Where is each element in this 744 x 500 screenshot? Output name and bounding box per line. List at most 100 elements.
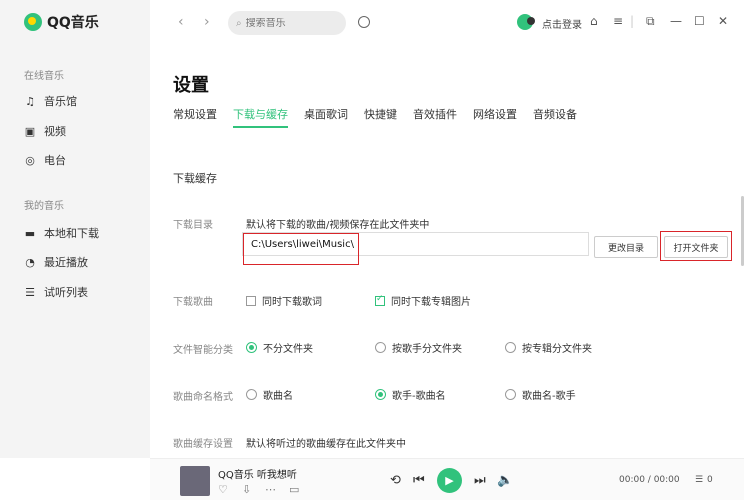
album-cover[interactable] <box>180 466 210 496</box>
settings-tabs: 常规设置 下载与缓存 桌面歌词 快捷键 音效插件 网络设置 音频设备 <box>173 106 577 128</box>
menu-icon[interactable]: ≡ <box>613 14 623 28</box>
maximize-icon[interactable]: ☐ <box>694 14 705 28</box>
now-playing-title: QQ音乐 听我想听 <box>218 470 297 481</box>
radio-selected[interactable] <box>246 342 257 353</box>
voice-search-icon[interactable] <box>358 16 370 28</box>
sidebar-item-music-hall[interactable]: ♫ 音乐馆 <box>24 93 77 109</box>
path-highlight-box <box>243 233 359 265</box>
sidebar-item-label: 本地和下载 <box>44 227 99 240</box>
forward-arrow-icon[interactable]: › <box>204 14 210 30</box>
radio[interactable] <box>246 389 257 400</box>
section-my-music: 我的音乐 <box>24 201 64 212</box>
sidebar-item-label: 音乐馆 <box>44 95 77 108</box>
download-lyrics-option[interactable]: 同时下载歌词 <box>246 293 322 308</box>
playlist-icon: ☰ <box>25 285 35 299</box>
change-dir-button[interactable]: 更改目录 <box>594 236 658 258</box>
option-label: 歌曲名-歌手 <box>522 391 576 402</box>
download-icon[interactable]: ⇩ <box>242 483 251 496</box>
sidebar-item-label: 最近播放 <box>44 256 88 269</box>
download-dir-desc: 默认将下载的歌曲/视频保存在此文件夹中 <box>246 220 430 231</box>
tab-audio-device[interactable]: 音频设备 <box>533 106 577 128</box>
radio[interactable] <box>505 342 516 353</box>
tab-general[interactable]: 常规设置 <box>173 106 217 128</box>
tab-download-cache[interactable]: 下载与缓存 <box>233 106 288 128</box>
settings-panel: 设置 常规设置 下载与缓存 桌面歌词 快捷键 音效插件 网络设置 音频设备 下载… <box>150 44 744 458</box>
app-name: QQ音乐 <box>47 15 99 31</box>
minimize-icon[interactable]: — <box>670 14 682 28</box>
tab-network[interactable]: 网络设置 <box>473 106 517 128</box>
next-track-icon[interactable]: ⏭ <box>474 473 486 488</box>
player-bar: QQ音乐 听我想听 ♡ ⇩ ⋯ ▭ ⟲ ⏮ ▶ ⏭ 🔈 00:00 / 00:0… <box>150 458 744 500</box>
naming-option-song-artist[interactable]: 歌曲名-歌手 <box>505 387 576 402</box>
naming-option-song[interactable]: 歌曲名 <box>246 387 293 402</box>
section-title: 下载缓存 <box>173 172 217 185</box>
naming-option-artist-song[interactable]: 歌手-歌曲名 <box>375 387 446 402</box>
video-icon: ▣ <box>24 124 36 138</box>
classify-option-artist[interactable]: 按歌手分文件夹 <box>375 340 462 355</box>
login-link[interactable]: 点击登录 <box>542 16 582 31</box>
search-box[interactable]: ⌕ <box>228 11 346 35</box>
radio-selected[interactable] <box>375 389 386 400</box>
sidebar-item-label: 试听列表 <box>44 286 88 299</box>
classify-label: 文件智能分类 <box>173 345 233 356</box>
download-song-label: 下载歌曲 <box>173 297 213 308</box>
checkbox[interactable] <box>246 295 256 306</box>
classify-option-none[interactable]: 不分文件夹 <box>246 340 313 355</box>
sidebar-item-local-download[interactable]: ▬ 本地和下载 <box>24 225 99 241</box>
option-label: 按歌手分文件夹 <box>392 344 462 355</box>
naming-label: 歌曲命名格式 <box>173 392 233 403</box>
radio[interactable] <box>375 342 386 353</box>
tab-desktop-lyrics[interactable]: 桌面歌词 <box>304 106 348 128</box>
option-label: 不分文件夹 <box>263 344 313 355</box>
option-label: 同时下载歌词 <box>262 297 322 308</box>
music-note-icon: ♫ <box>25 94 35 108</box>
open-folder-highlight-box <box>660 231 732 261</box>
sidebar-item-label: 电台 <box>44 154 66 167</box>
tab-shortcuts[interactable]: 快捷键 <box>364 106 397 128</box>
qq-music-logo-icon <box>24 13 42 31</box>
sidebar-item-label: 视频 <box>44 125 66 138</box>
page-title: 设置 <box>173 75 209 96</box>
tab-sound-plugins[interactable]: 音效插件 <box>413 106 457 128</box>
top-bar: ‹ › ⌕ 点击登录 ⌂ ≡ | ⧉ — ☐ ✕ <box>150 0 744 44</box>
radio[interactable] <box>505 389 516 400</box>
download-dir-label: 下载目录 <box>173 220 213 231</box>
search-icon: ⌕ <box>236 17 242 29</box>
search-input[interactable] <box>245 17 336 29</box>
option-label: 歌手-歌曲名 <box>392 391 446 402</box>
sidebar-item-recent[interactable]: ◔ 最近播放 <box>24 254 88 270</box>
play-button[interactable]: ▶ <box>437 468 462 493</box>
app-logo[interactable]: QQ音乐 <box>24 12 99 32</box>
section-online-music: 在线音乐 <box>24 71 64 82</box>
avatar[interactable] <box>517 14 535 30</box>
option-label: 按专辑分文件夹 <box>522 344 592 355</box>
checkbox-checked[interactable] <box>375 294 385 306</box>
volume-icon[interactable]: 🔈 <box>497 473 513 488</box>
radio-icon: ◎ <box>25 153 35 167</box>
back-arrow-icon[interactable]: ‹ <box>178 14 184 30</box>
clock-icon: ◔ <box>25 255 35 269</box>
playlist-icon[interactable]: ☰ <box>695 475 703 485</box>
cache-desc: 默认将听过的歌曲缓存在此文件夹中 <box>246 439 406 450</box>
playback-time: 00:00 / 00:00 <box>619 475 680 485</box>
skin-icon[interactable]: ⌂ <box>590 14 598 28</box>
previous-track-icon[interactable]: ⏮ <box>413 473 425 488</box>
sidebar-item-radio[interactable]: ◎ 电台 <box>24 152 66 168</box>
download-cover-option[interactable]: 同时下载专辑图片 <box>375 293 471 308</box>
option-label: 同时下载专辑图片 <box>391 297 471 308</box>
close-icon[interactable]: ✕ <box>718 14 728 28</box>
classify-option-album[interactable]: 按专辑分文件夹 <box>505 340 592 355</box>
sidebar-item-video[interactable]: ▣ 视频 <box>24 123 66 139</box>
option-label: 歌曲名 <box>263 391 293 402</box>
like-heart-icon[interactable]: ♡ <box>218 483 228 496</box>
divider: | <box>630 14 635 28</box>
loop-icon[interactable]: ⟲ <box>390 473 401 488</box>
sidebar-item-trial-list[interactable]: ☰ 试听列表 <box>24 284 88 300</box>
playlist-count: 0 <box>707 475 713 485</box>
mini-mode-icon[interactable]: ⧉ <box>646 14 655 29</box>
comment-icon[interactable]: ▭ <box>289 483 299 496</box>
cache-label: 歌曲缓存设置 <box>173 439 233 450</box>
more-icon[interactable]: ⋯ <box>265 483 276 496</box>
sidebar: QQ音乐 在线音乐 ♫ 音乐馆 ▣ 视频 ◎ 电台 我的音乐 ▬ 本地和下载 ◔… <box>0 0 150 458</box>
monitor-icon: ▬ <box>24 226 36 240</box>
